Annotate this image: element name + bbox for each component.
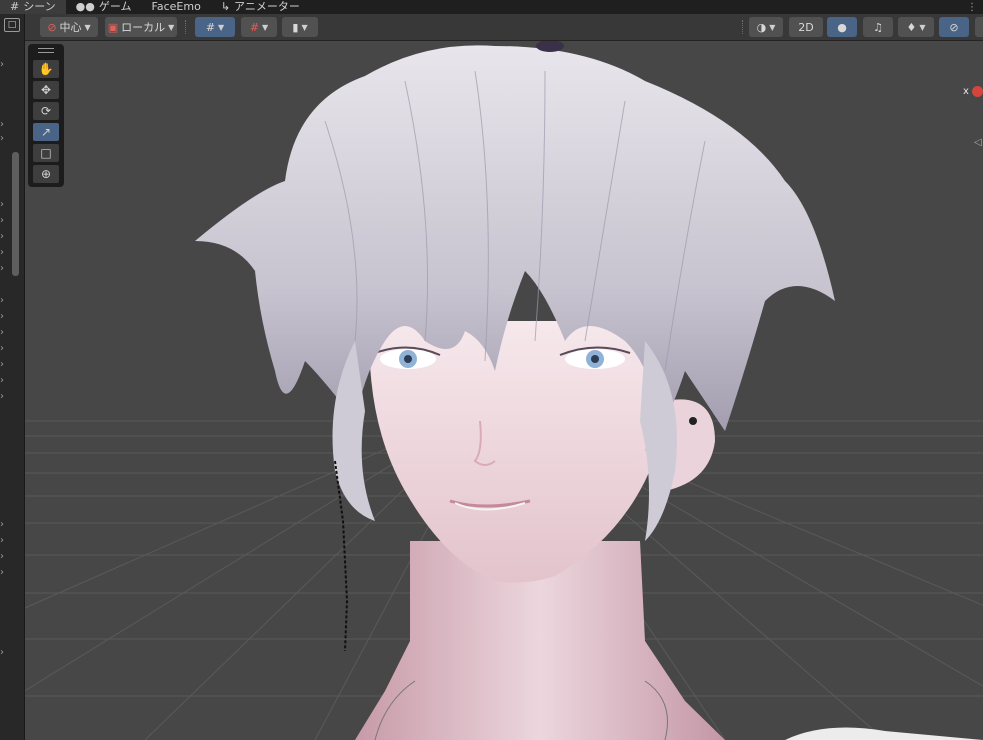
expand-arrow-icon[interactable]: › bbox=[0, 328, 8, 338]
scale-tool[interactable]: ↗ bbox=[33, 123, 59, 141]
shading-icon: ◑ bbox=[756, 20, 767, 34]
more-toolbar-button[interactable] bbox=[975, 17, 983, 37]
tab-game-label: ゲーム bbox=[98, 0, 132, 13]
tab-menu-icon[interactable]: ⋮ bbox=[967, 2, 983, 13]
window-dock-icon[interactable]: □ bbox=[4, 18, 20, 32]
grid-snap-icon: # bbox=[205, 20, 216, 34]
hidden-eye-icon: ⊘ bbox=[949, 20, 959, 34]
transform-tool[interactable]: ⊕ bbox=[33, 165, 59, 183]
scene-tab-bar: # シーン ●● ゲーム FaceEmo ↳ アニメーター ⋮ bbox=[0, 0, 983, 14]
expand-arrow-icon[interactable]: › bbox=[0, 60, 8, 70]
hand-tool[interactable]: ✋ bbox=[33, 60, 59, 78]
expand-arrow-icon[interactable]: › bbox=[0, 216, 8, 226]
chevron-down-icon: ▼ bbox=[769, 22, 776, 32]
tab-faceemo[interactable]: FaceEmo bbox=[142, 0, 211, 14]
scene-render bbox=[25, 41, 983, 740]
animator-icon: ↳ bbox=[220, 0, 231, 13]
local-space-icon: ▣ bbox=[107, 20, 119, 34]
space-mode-label: ローカル bbox=[121, 21, 166, 34]
draw-mode-dropdown[interactable]: ◑ ▼ bbox=[749, 17, 783, 37]
expand-arrow-icon[interactable]: › bbox=[0, 312, 8, 322]
gamepad-icon: ●● bbox=[75, 0, 95, 13]
grid-snap-toggle[interactable]: # ▼ bbox=[195, 17, 235, 37]
chevron-down-icon: ▼ bbox=[168, 22, 175, 32]
tab-animator-label: アニメーター bbox=[234, 0, 300, 13]
chevron-down-icon: ▼ bbox=[218, 22, 225, 32]
pivot-icon: ⊘ bbox=[47, 20, 57, 34]
expand-arrow-icon[interactable]: › bbox=[0, 568, 8, 578]
expand-arrow-icon[interactable]: › bbox=[0, 134, 8, 144]
space-mode-dropdown[interactable]: ▣ ローカル ▼ bbox=[105, 17, 177, 37]
snap-increment-button[interactable]: # ▼ bbox=[241, 17, 277, 37]
scale-icon: ↗ bbox=[40, 125, 52, 139]
expand-arrow-icon[interactable]: › bbox=[0, 296, 8, 306]
expand-arrow-icon[interactable]: › bbox=[0, 520, 8, 530]
2d-mode-label: 2D bbox=[798, 20, 814, 34]
snap-increment-icon: # bbox=[249, 20, 260, 34]
gizmo-cone-icon[interactable]: ◁ bbox=[974, 137, 982, 148]
hand-icon: ✋ bbox=[38, 62, 54, 76]
expand-arrow-icon[interactable]: › bbox=[0, 376, 8, 386]
chevron-down-icon: ▼ bbox=[262, 22, 269, 32]
grid-icon: # bbox=[10, 0, 20, 13]
scene-visibility-toggle[interactable]: ⊘ bbox=[939, 17, 969, 37]
speaker-icon: ♫ bbox=[873, 20, 883, 34]
toolbar-divider bbox=[742, 20, 745, 34]
effects-icon: ♦ bbox=[906, 20, 917, 34]
rect-icon: □ bbox=[40, 146, 52, 160]
ruler-icon: ▮ bbox=[292, 20, 299, 34]
gizmo-x-axis-handle[interactable] bbox=[972, 86, 983, 97]
expand-arrow-icon[interactable]: › bbox=[0, 264, 8, 274]
transform-icon: ⊕ bbox=[40, 167, 52, 181]
expand-arrow-icon[interactable]: › bbox=[0, 200, 8, 210]
hierarchy-scrollbar[interactable] bbox=[12, 152, 19, 276]
expand-arrow-icon[interactable]: › bbox=[0, 248, 8, 258]
chevron-down-icon: ▼ bbox=[301, 22, 308, 32]
expand-arrow-icon[interactable]: › bbox=[0, 232, 8, 242]
gizmo-x-label[interactable]: x bbox=[963, 86, 969, 97]
tab-game[interactable]: ●● ゲーム bbox=[66, 0, 142, 14]
expand-arrow-icon[interactable]: › bbox=[0, 552, 8, 562]
scene-viewport[interactable] bbox=[25, 41, 983, 740]
hierarchy-edge-panel: □ › › › › › › › › › › › › › › › › › › › … bbox=[0, 14, 25, 740]
tab-scene[interactable]: # シーン bbox=[0, 0, 66, 14]
2d-mode-toggle[interactable]: 2D bbox=[789, 17, 823, 37]
palette-drag-handle[interactable] bbox=[38, 48, 54, 53]
expand-arrow-icon[interactable]: › bbox=[0, 536, 8, 546]
chevron-down-icon: ▼ bbox=[919, 22, 926, 32]
expand-arrow-icon[interactable]: › bbox=[0, 648, 8, 658]
audio-toggle[interactable]: ♫ bbox=[863, 17, 893, 37]
pivot-mode-dropdown[interactable]: ⊘ 中心 ▼ bbox=[40, 17, 98, 37]
scene-toolbar: ⊘ 中心 ▼ ▣ ローカル ▼ # ▼ # ▼ ▮ ▼ ◑ ▼ 2D ● ♫ ♦… bbox=[25, 14, 983, 41]
expand-arrow-icon[interactable]: › bbox=[0, 344, 8, 354]
tool-palette: ✋ ✥ ⟳ ↗ □ ⊕ bbox=[28, 44, 64, 187]
effects-dropdown[interactable]: ♦ ▼ bbox=[898, 17, 934, 37]
expand-arrow-icon[interactable]: › bbox=[0, 392, 8, 402]
lighting-toggle[interactable]: ● bbox=[827, 17, 857, 37]
expand-arrow-icon[interactable]: › bbox=[0, 360, 8, 370]
tab-scene-label: シーン bbox=[23, 0, 56, 13]
expand-arrow-icon[interactable]: › bbox=[0, 120, 8, 130]
move-icon: ✥ bbox=[40, 83, 52, 97]
tab-animator[interactable]: ↳ アニメーター bbox=[211, 0, 310, 14]
pivot-mode-label: 中心 bbox=[59, 21, 82, 34]
move-tool[interactable]: ✥ bbox=[33, 81, 59, 99]
chevron-down-icon: ▼ bbox=[84, 22, 91, 32]
light-bulb-icon: ● bbox=[837, 20, 847, 34]
ruler-button[interactable]: ▮ ▼ bbox=[282, 17, 318, 37]
toolbar-divider bbox=[185, 20, 188, 34]
rect-tool[interactable]: □ bbox=[33, 144, 59, 162]
tab-faceemo-label: FaceEmo bbox=[151, 0, 201, 13]
rotate-tool[interactable]: ⟳ bbox=[33, 102, 59, 120]
rotate-icon: ⟳ bbox=[40, 104, 52, 118]
